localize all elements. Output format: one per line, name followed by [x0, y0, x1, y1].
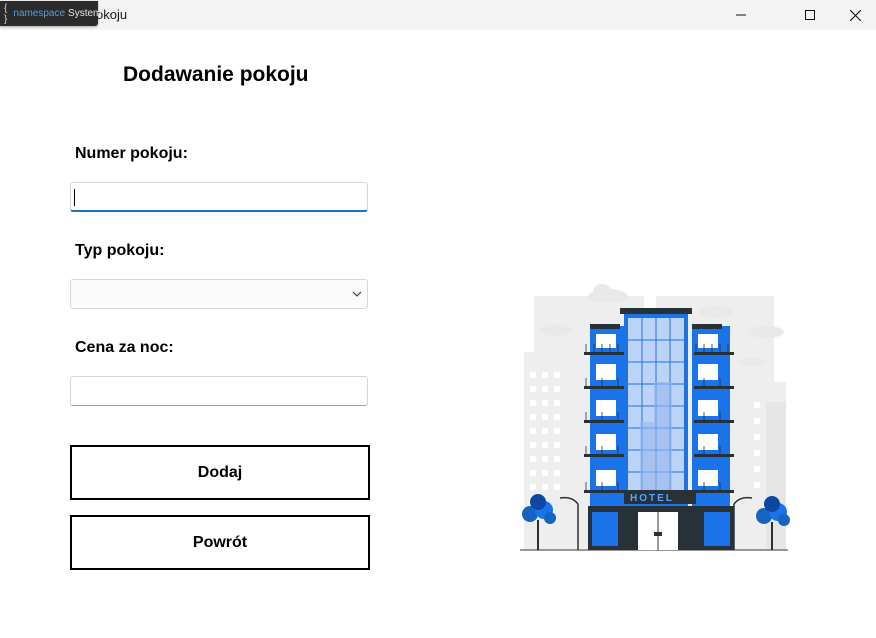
window-titlebar: okoju { } namespace System — [0, 0, 876, 30]
room-number-input[interactable] — [70, 182, 368, 212]
namespace-keyword: namespace — [13, 8, 66, 19]
back-button[interactable]: Powrót — [70, 515, 370, 570]
room-type-select[interactable] — [70, 279, 368, 309]
close-icon — [849, 9, 861, 21]
chevron-down-icon — [352, 291, 362, 297]
minimize-icon — [736, 14, 746, 16]
minimize-button[interactable] — [718, 0, 764, 30]
page-title: Dodawanie pokoju — [123, 63, 309, 86]
price-input[interactable] — [70, 376, 368, 406]
room-number-label: Numer pokoju: — [75, 145, 188, 162]
debug-namespace-badge[interactable]: { } namespace System — [0, 1, 102, 26]
maximize-button[interactable] — [787, 0, 833, 30]
room-type-label: Typ pokoju: — [75, 242, 165, 259]
braces-icon: { } — [4, 2, 8, 25]
hotel-illustration: HOTEL — [520, 284, 790, 551]
hotel-sign-text: HOTEL — [630, 493, 674, 504]
close-button[interactable] — [832, 0, 876, 30]
price-label: Cena za noc: — [75, 339, 174, 356]
maximize-icon — [805, 10, 815, 20]
text-caret — [74, 189, 75, 206]
namespace-name: System — [68, 8, 102, 19]
add-button[interactable]: Dodaj — [70, 445, 370, 500]
